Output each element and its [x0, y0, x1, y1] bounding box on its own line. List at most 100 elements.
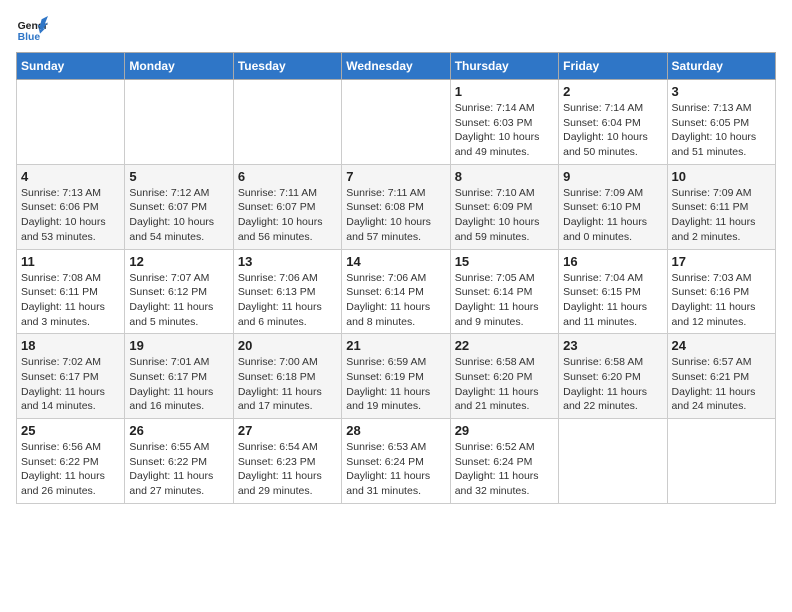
- day-number: 1: [455, 84, 554, 99]
- calendar-cell: 13 Sunrise: 7:06 AM Sunset: 6:13 PM Dayli…: [233, 249, 341, 334]
- calendar-cell: 3 Sunrise: 7:13 AM Sunset: 6:05 PM Daylig…: [667, 80, 775, 165]
- weekday-header-monday: Monday: [125, 53, 233, 80]
- day-info: Sunrise: 7:13 AM Sunset: 6:06 PM Dayligh…: [21, 186, 120, 245]
- calendar-cell: 5 Sunrise: 7:12 AM Sunset: 6:07 PM Daylig…: [125, 164, 233, 249]
- weekday-header-sunday: Sunday: [17, 53, 125, 80]
- calendar-cell: 8 Sunrise: 7:10 AM Sunset: 6:09 PM Daylig…: [450, 164, 558, 249]
- calendar-cell: 14 Sunrise: 7:06 AM Sunset: 6:14 PM Dayli…: [342, 249, 450, 334]
- day-info: Sunrise: 7:11 AM Sunset: 6:08 PM Dayligh…: [346, 186, 445, 245]
- calendar-cell: 2 Sunrise: 7:14 AM Sunset: 6:04 PM Daylig…: [559, 80, 667, 165]
- calendar-cell: 27 Sunrise: 6:54 AM Sunset: 6:23 PM Dayli…: [233, 419, 341, 504]
- day-number: 13: [238, 254, 337, 269]
- weekday-header-wednesday: Wednesday: [342, 53, 450, 80]
- calendar-cell: 18 Sunrise: 7:02 AM Sunset: 6:17 PM Dayli…: [17, 334, 125, 419]
- day-number: 10: [672, 169, 771, 184]
- weekday-header-saturday: Saturday: [667, 53, 775, 80]
- day-number: 3: [672, 84, 771, 99]
- calendar-cell: [233, 80, 341, 165]
- day-info: Sunrise: 7:13 AM Sunset: 6:05 PM Dayligh…: [672, 101, 771, 160]
- day-number: 27: [238, 423, 337, 438]
- day-info: Sunrise: 6:55 AM Sunset: 6:22 PM Dayligh…: [129, 440, 228, 499]
- day-info: Sunrise: 7:06 AM Sunset: 6:14 PM Dayligh…: [346, 271, 445, 330]
- weekday-header-friday: Friday: [559, 53, 667, 80]
- calendar-cell: 25 Sunrise: 6:56 AM Sunset: 6:22 PM Dayli…: [17, 419, 125, 504]
- day-number: 14: [346, 254, 445, 269]
- calendar-cell: 22Sunrise: 6:58 AM Sunset: 6:20 PM Dayli…: [450, 334, 558, 419]
- calendar-cell: 1 Sunrise: 7:14 AM Sunset: 6:03 PM Daylig…: [450, 80, 558, 165]
- calendar-cell: 10Sunrise: 7:09 AM Sunset: 6:11 PM Dayli…: [667, 164, 775, 249]
- calendar-cell: 7 Sunrise: 7:11 AM Sunset: 6:08 PM Daylig…: [342, 164, 450, 249]
- day-info: Sunrise: 7:00 AM Sunset: 6:18 PM Dayligh…: [238, 355, 337, 414]
- day-info: Sunrise: 6:59 AM Sunset: 6:19 PM Dayligh…: [346, 355, 445, 414]
- svg-text:Blue: Blue: [18, 32, 41, 43]
- day-number: 16: [563, 254, 662, 269]
- day-number: 12: [129, 254, 228, 269]
- week-row-2: 11 Sunrise: 7:08 AM Sunset: 6:11 PM Dayli…: [17, 249, 776, 334]
- calendar-cell: 29 Sunrise: 6:52 AM Sunset: 6:24 PM Dayli…: [450, 419, 558, 504]
- day-info: Sunrise: 6:58 AM Sunset: 6:20 PM Dayligh…: [455, 355, 554, 414]
- week-row-1: 4 Sunrise: 7:13 AM Sunset: 6:06 PM Daylig…: [17, 164, 776, 249]
- day-number: 9: [563, 169, 662, 184]
- day-info: Sunrise: 7:02 AM Sunset: 6:17 PM Dayligh…: [21, 355, 120, 414]
- day-number: 28: [346, 423, 445, 438]
- calendar-cell: 12 Sunrise: 7:07 AM Sunset: 6:12 PM Dayli…: [125, 249, 233, 334]
- day-info: Sunrise: 7:14 AM Sunset: 6:03 PM Dayligh…: [455, 101, 554, 160]
- day-info: Sunrise: 7:03 AM Sunset: 6:16 PM Dayligh…: [672, 271, 771, 330]
- day-number: 19: [129, 338, 228, 353]
- day-number: 21: [346, 338, 445, 353]
- weekday-header-thursday: Thursday: [450, 53, 558, 80]
- day-number: 2: [563, 84, 662, 99]
- day-info: Sunrise: 7:12 AM Sunset: 6:07 PM Dayligh…: [129, 186, 228, 245]
- week-row-0: 1 Sunrise: 7:14 AM Sunset: 6:03 PM Daylig…: [17, 80, 776, 165]
- week-row-3: 18 Sunrise: 7:02 AM Sunset: 6:17 PM Dayli…: [17, 334, 776, 419]
- day-info: Sunrise: 7:06 AM Sunset: 6:13 PM Dayligh…: [238, 271, 337, 330]
- day-number: 29: [455, 423, 554, 438]
- logo: General Blue: [16, 16, 48, 44]
- day-info: Sunrise: 7:14 AM Sunset: 6:04 PM Dayligh…: [563, 101, 662, 160]
- day-number: 7: [346, 169, 445, 184]
- day-number: 5: [129, 169, 228, 184]
- day-number: 4: [21, 169, 120, 184]
- day-number: 15: [455, 254, 554, 269]
- weekday-header-tuesday: Tuesday: [233, 53, 341, 80]
- day-info: Sunrise: 6:53 AM Sunset: 6:24 PM Dayligh…: [346, 440, 445, 499]
- calendar-cell: [667, 419, 775, 504]
- week-row-4: 25 Sunrise: 6:56 AM Sunset: 6:22 PM Dayli…: [17, 419, 776, 504]
- calendar-cell: 11 Sunrise: 7:08 AM Sunset: 6:11 PM Dayli…: [17, 249, 125, 334]
- calendar-cell: 20Sunrise: 7:00 AM Sunset: 6:18 PM Dayli…: [233, 334, 341, 419]
- day-info: Sunrise: 7:10 AM Sunset: 6:09 PM Dayligh…: [455, 186, 554, 245]
- calendar-cell: 21 Sunrise: 6:59 AM Sunset: 6:19 PM Dayli…: [342, 334, 450, 419]
- day-info: Sunrise: 7:08 AM Sunset: 6:11 PM Dayligh…: [21, 271, 120, 330]
- calendar-cell: [125, 80, 233, 165]
- day-number: 26: [129, 423, 228, 438]
- day-number: 8: [455, 169, 554, 184]
- day-info: Sunrise: 6:57 AM Sunset: 6:21 PM Dayligh…: [672, 355, 771, 414]
- day-info: Sunrise: 7:09 AM Sunset: 6:10 PM Dayligh…: [563, 186, 662, 245]
- calendar-cell: 23Sunrise: 6:58 AM Sunset: 6:20 PM Dayli…: [559, 334, 667, 419]
- calendar-cell: 28 Sunrise: 6:53 AM Sunset: 6:24 PM Dayli…: [342, 419, 450, 504]
- calendar-cell: 4 Sunrise: 7:13 AM Sunset: 6:06 PM Daylig…: [17, 164, 125, 249]
- day-number: 6: [238, 169, 337, 184]
- day-number: 18: [21, 338, 120, 353]
- calendar-cell: 16 Sunrise: 7:04 AM Sunset: 6:15 PM Dayli…: [559, 249, 667, 334]
- day-info: Sunrise: 6:56 AM Sunset: 6:22 PM Dayligh…: [21, 440, 120, 499]
- calendar-cell: 26 Sunrise: 6:55 AM Sunset: 6:22 PM Dayli…: [125, 419, 233, 504]
- day-info: Sunrise: 7:05 AM Sunset: 6:14 PM Dayligh…: [455, 271, 554, 330]
- day-info: Sunrise: 7:04 AM Sunset: 6:15 PM Dayligh…: [563, 271, 662, 330]
- logo-icon: General Blue: [16, 16, 48, 44]
- day-number: 17: [672, 254, 771, 269]
- calendar-cell: [342, 80, 450, 165]
- weekday-header-row: SundayMondayTuesdayWednesdayThursdayFrid…: [17, 53, 776, 80]
- calendar-cell: 24Sunrise: 6:57 AM Sunset: 6:21 PM Dayli…: [667, 334, 775, 419]
- day-number: 23: [563, 338, 662, 353]
- day-info: Sunrise: 6:54 AM Sunset: 6:23 PM Dayligh…: [238, 440, 337, 499]
- header: General Blue: [16, 16, 776, 44]
- calendar-cell: [17, 80, 125, 165]
- calendar-cell: [559, 419, 667, 504]
- calendar: SundayMondayTuesdayWednesdayThursdayFrid…: [16, 52, 776, 504]
- calendar-cell: 9 Sunrise: 7:09 AM Sunset: 6:10 PM Daylig…: [559, 164, 667, 249]
- day-info: Sunrise: 7:07 AM Sunset: 6:12 PM Dayligh…: [129, 271, 228, 330]
- day-info: Sunrise: 6:52 AM Sunset: 6:24 PM Dayligh…: [455, 440, 554, 499]
- day-number: 11: [21, 254, 120, 269]
- day-number: 25: [21, 423, 120, 438]
